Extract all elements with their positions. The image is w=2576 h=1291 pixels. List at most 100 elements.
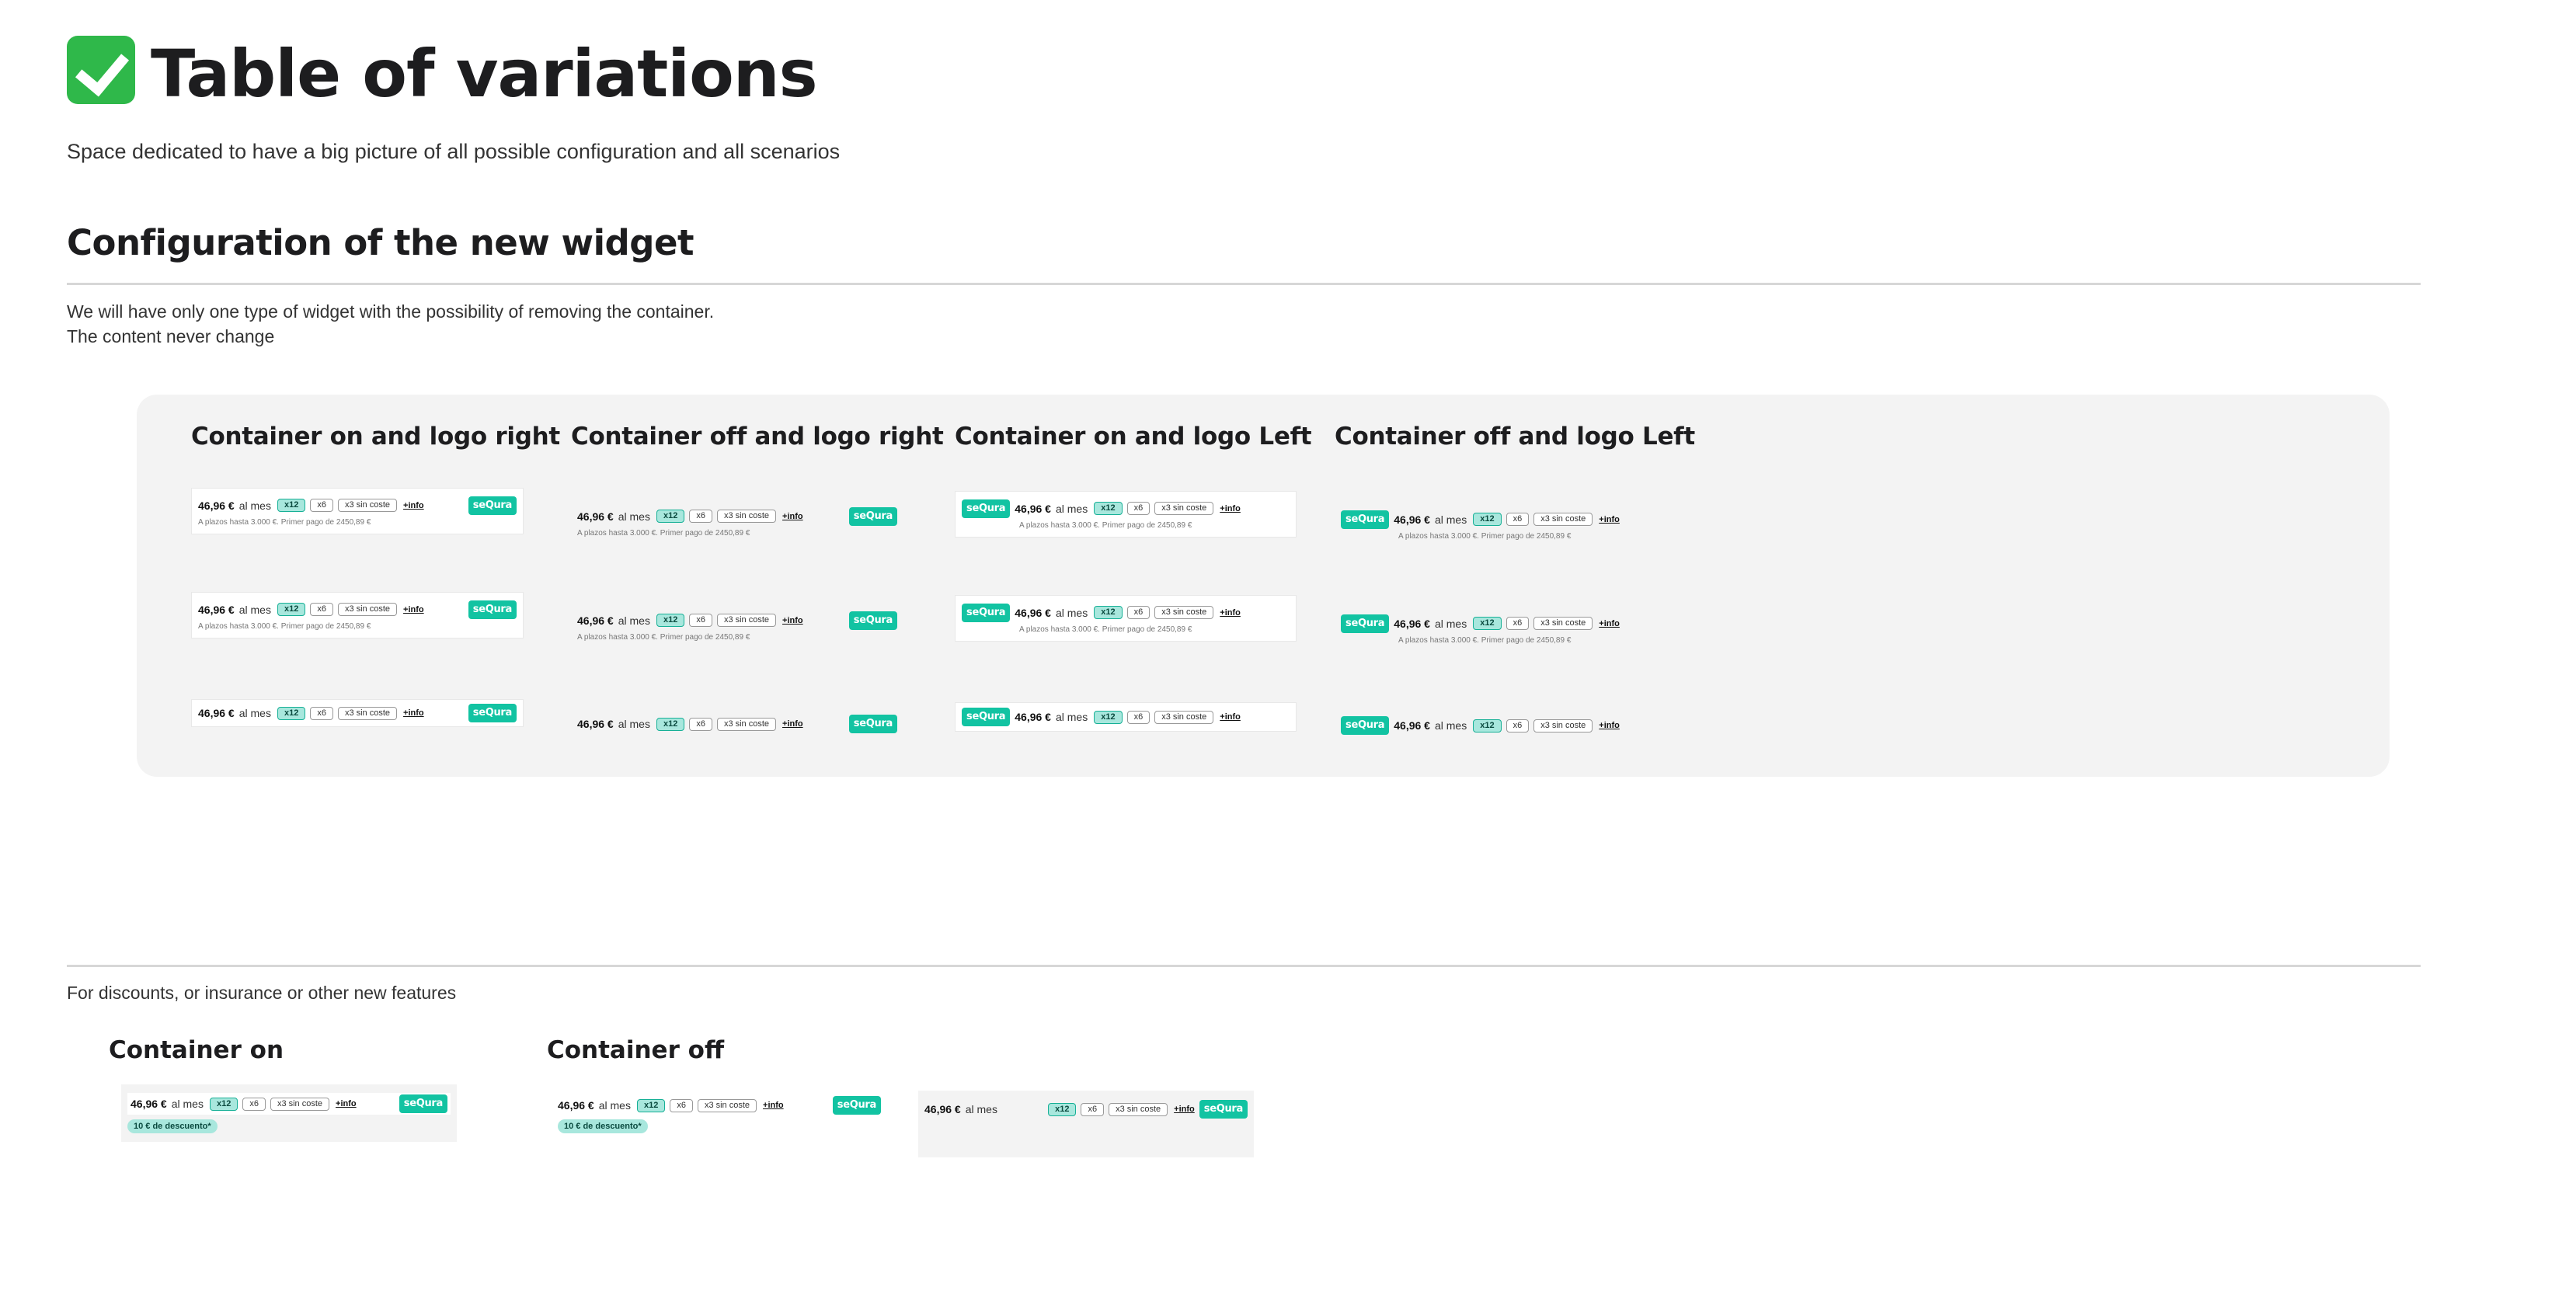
option-x6[interactable]: x6 xyxy=(689,717,712,731)
more-info-link[interactable]: +info xyxy=(782,512,803,521)
more-info-link[interactable]: +info xyxy=(1599,619,1620,628)
option-x6[interactable]: x6 xyxy=(670,1098,693,1112)
column-title-container-on-logo-left: Container on and logo Left xyxy=(955,423,1312,451)
option-x12[interactable]: x12 xyxy=(1473,617,1502,630)
widget-container-on-logo-right[interactable]: 46,96 € al mes x12 x6 x3 sin coste +info se… xyxy=(191,592,524,639)
option-x6[interactable]: x6 xyxy=(1506,719,1530,732)
option-x6[interactable]: x6 xyxy=(242,1097,266,1111)
per-month-label: al mes xyxy=(1055,711,1088,723)
option-x6[interactable]: x6 xyxy=(1506,617,1530,630)
widget-container-off-logo-left[interactable]: seQura 46,96 € al mes x12 x6 x3 sin coste +… xyxy=(1335,606,1676,652)
option-x6[interactable]: x6 xyxy=(310,706,333,720)
option-x3[interactable]: x3 sin coste xyxy=(1533,617,1593,630)
widget-container-on-logo-left[interactable]: seQura 46,96 € al mes x12 x6 x3 sin coste +… xyxy=(955,491,1297,538)
more-info-link[interactable]: +info xyxy=(782,719,803,729)
features-description: For discounts, or insurance or other new… xyxy=(67,983,457,1003)
discount-badge: 10 € de descuento* xyxy=(127,1119,218,1133)
amount: 46,96 € xyxy=(577,718,614,730)
option-x3[interactable]: x3 sin coste xyxy=(337,603,398,616)
option-x6[interactable]: x6 xyxy=(1126,606,1150,619)
option-x3[interactable]: x3 sin coste xyxy=(1109,1102,1168,1116)
more-info-link[interactable]: +info xyxy=(1220,712,1241,722)
option-x12[interactable]: x12 xyxy=(277,499,306,512)
widget-discount-container-on[interactable]: 46,96 € al mes x12 x6 x3 sin coste +info se… xyxy=(121,1084,457,1142)
amount: 46,96 € xyxy=(198,499,235,512)
check-mark-icon xyxy=(67,36,135,104)
option-x12[interactable]: x12 xyxy=(209,1097,238,1111)
widget-note: A plazos hasta 3.000 €. Primer pago de 2… xyxy=(577,528,750,538)
more-info-link[interactable]: +info xyxy=(403,708,424,718)
more-info-link[interactable]: +info xyxy=(403,605,424,614)
more-info-link[interactable]: +info xyxy=(1174,1105,1195,1114)
option-x12[interactable]: x12 xyxy=(656,614,685,627)
widget-note: A plazos hasta 3.000 €. Primer pago de 2… xyxy=(1398,531,1572,541)
column-title-container-off-logo-right: Container off and logo right xyxy=(571,423,944,451)
option-x12[interactable]: x12 xyxy=(1094,502,1123,515)
widget-container-off-logo-left[interactable]: seQura 46,96 € al mes x12 x6 x3 sin coste +… xyxy=(1335,502,1676,548)
widget-container-off-logo-left-compact[interactable]: seQura 46,96 € al mes x12 x6 x3 sin coste +… xyxy=(1335,712,1676,739)
widget-container-on-logo-left[interactable]: seQura 46,96 € al mes x12 x6 x3 sin coste +… xyxy=(955,595,1297,642)
more-info-link[interactable]: +info xyxy=(763,1101,784,1110)
option-x12[interactable]: x12 xyxy=(656,510,685,523)
more-info-link[interactable]: +info xyxy=(1220,504,1241,513)
more-info-link[interactable]: +info xyxy=(1599,721,1620,730)
option-x12[interactable]: x12 xyxy=(1094,606,1123,619)
option-x3[interactable]: x3 sin coste xyxy=(716,717,777,731)
option-x3[interactable]: x3 sin coste xyxy=(697,1098,757,1112)
option-x6[interactable]: x6 xyxy=(1506,513,1530,526)
widget-feature-container-variant[interactable]: 46,96 € al mes x12 x6 x3 sin coste +info se… xyxy=(918,1091,1254,1157)
page-subtitle: Space dedicated to have a big picture of… xyxy=(67,140,841,163)
widget-discount-container-off[interactable]: 46,96 € al mes x12 x6 x3 sin coste +info se… xyxy=(552,1086,887,1143)
widget-container-off-logo-right[interactable]: 46,96 € al mes x12 x6 x3 sin coste +info se… xyxy=(571,499,903,545)
widget-container-on-logo-right-compact[interactable]: 46,96 € al mes x12 x6 x3 sin coste +info se… xyxy=(191,699,524,727)
per-month-label: al mes xyxy=(965,1103,997,1115)
option-x3[interactable]: x3 sin coste xyxy=(1533,513,1593,526)
option-x3[interactable]: x3 sin coste xyxy=(270,1097,330,1111)
option-x3[interactable]: x3 sin coste xyxy=(1154,502,1214,515)
widget-note: A plazos hasta 3.000 €. Primer pago de 2… xyxy=(577,632,750,642)
widget-container-on-logo-left-compact[interactable]: seQura 46,96 € al mes x12 x6 x3 sin coste +… xyxy=(955,702,1297,732)
option-x12[interactable]: x12 xyxy=(277,706,306,720)
option-x6[interactable]: x6 xyxy=(1081,1102,1105,1116)
amount: 46,96 € xyxy=(924,1103,961,1115)
option-x6[interactable]: x6 xyxy=(1126,710,1150,724)
config-description-line1: We will have only one type of widget wit… xyxy=(67,301,715,322)
option-x12[interactable]: x12 xyxy=(636,1098,666,1112)
per-month-label: al mes xyxy=(238,603,271,616)
option-x3[interactable]: x3 sin coste xyxy=(337,706,398,720)
per-month-label: al mes xyxy=(598,1099,631,1112)
more-info-link[interactable]: +info xyxy=(1599,515,1620,524)
option-x6[interactable]: x6 xyxy=(689,510,712,523)
sequra-logo: seQura xyxy=(848,611,897,630)
container-off-title: Container off xyxy=(547,1036,725,1064)
option-x6[interactable]: x6 xyxy=(310,499,333,512)
option-x12[interactable]: x12 xyxy=(656,717,685,731)
option-x3[interactable]: x3 sin coste xyxy=(716,510,777,523)
option-x12[interactable]: x12 xyxy=(1048,1102,1077,1116)
option-x6[interactable]: x6 xyxy=(310,603,333,616)
option-x12[interactable]: x12 xyxy=(1473,513,1502,526)
widget-container-on-logo-right[interactable]: 46,96 € al mes x12 x6 x3 sin coste +info se… xyxy=(191,488,524,534)
more-info-link[interactable]: +info xyxy=(782,616,803,625)
more-info-link[interactable]: +info xyxy=(1220,608,1241,618)
amount: 46,96 € xyxy=(1015,711,1051,723)
option-x6[interactable]: x6 xyxy=(1126,502,1150,515)
option-x3[interactable]: x3 sin coste xyxy=(337,499,398,512)
config-description-line2: The content never change xyxy=(67,326,275,346)
page-title: Table of variations xyxy=(67,31,818,117)
option-x6[interactable]: x6 xyxy=(689,614,712,627)
option-x12[interactable]: x12 xyxy=(1094,710,1123,724)
option-x12[interactable]: x12 xyxy=(1473,719,1502,732)
option-x12[interactable]: x12 xyxy=(277,603,306,616)
more-info-link[interactable]: +info xyxy=(403,501,424,510)
option-x3[interactable]: x3 sin coste xyxy=(1154,606,1214,619)
option-x3[interactable]: x3 sin coste xyxy=(1154,710,1214,724)
more-info-link[interactable]: +info xyxy=(336,1099,357,1108)
widget-container-off-logo-right-compact[interactable]: 46,96 € al mes x12 x6 x3 sin coste +info se… xyxy=(571,710,903,738)
per-month-label: al mes xyxy=(1434,617,1467,630)
per-month-label: al mes xyxy=(618,510,650,523)
features-divider xyxy=(67,965,2421,967)
option-x3[interactable]: x3 sin coste xyxy=(716,614,777,627)
option-x3[interactable]: x3 sin coste xyxy=(1533,719,1593,732)
widget-container-off-logo-right[interactable]: 46,96 € al mes x12 x6 x3 sin coste +info se… xyxy=(571,603,903,649)
